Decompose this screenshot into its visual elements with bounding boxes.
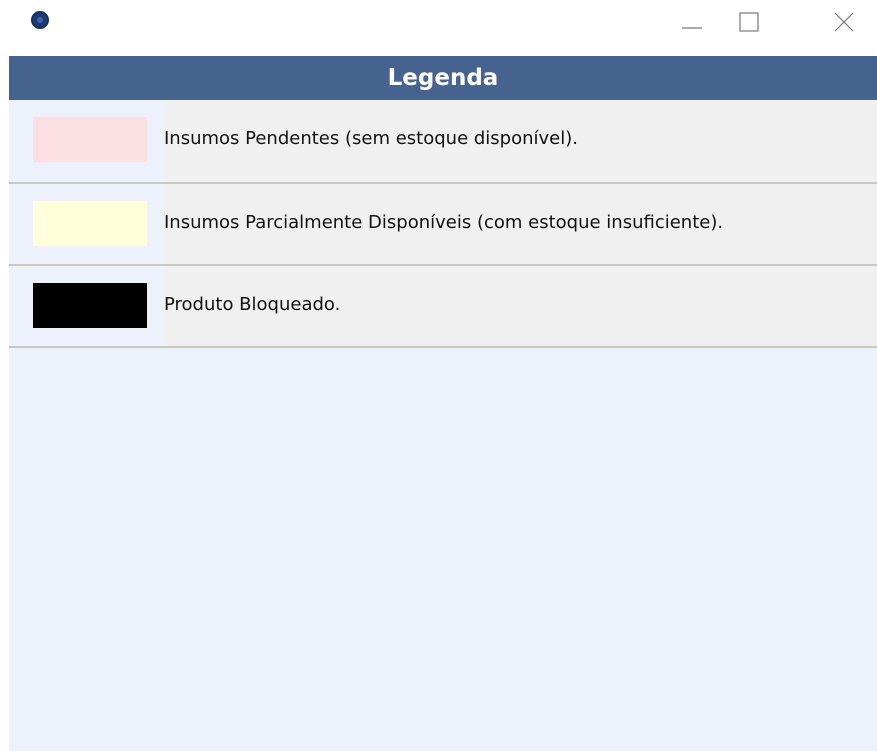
legend-row-pending: Insumos Pendentes (sem estoque disponíve… [9, 100, 877, 184]
legend-swatch-blocked [33, 283, 147, 328]
minimize-icon [682, 27, 702, 29]
app-icon [31, 11, 49, 29]
legend-label-partial: Insumos Parcialmente Disponíveis (com es… [164, 212, 724, 233]
legend-label-pending: Insumos Pendentes (sem estoque disponíve… [164, 128, 578, 149]
legend-row-partial: Insumos Parcialmente Disponíveis (com es… [9, 184, 877, 266]
legend-header: Legenda [9, 56, 877, 100]
legend-window: Legenda Insumos Pendentes (sem estoque d… [0, 0, 877, 751]
maximize-icon [739, 12, 759, 32]
legend-row-blocked: Produto Bloqueado. [9, 266, 877, 348]
title-bar[interactable] [0, 0, 877, 46]
close-icon [834, 12, 854, 32]
maximize-button[interactable] [725, 0, 771, 46]
minimize-button[interactable] [669, 0, 715, 46]
legend-swatch-pending [33, 117, 147, 162]
close-button[interactable] [821, 0, 867, 46]
legend-content: Insumos Pendentes (sem estoque disponíve… [9, 100, 877, 751]
legend-swatch-partial [33, 201, 147, 246]
legend-label-blocked: Produto Bloqueado. [164, 294, 341, 315]
